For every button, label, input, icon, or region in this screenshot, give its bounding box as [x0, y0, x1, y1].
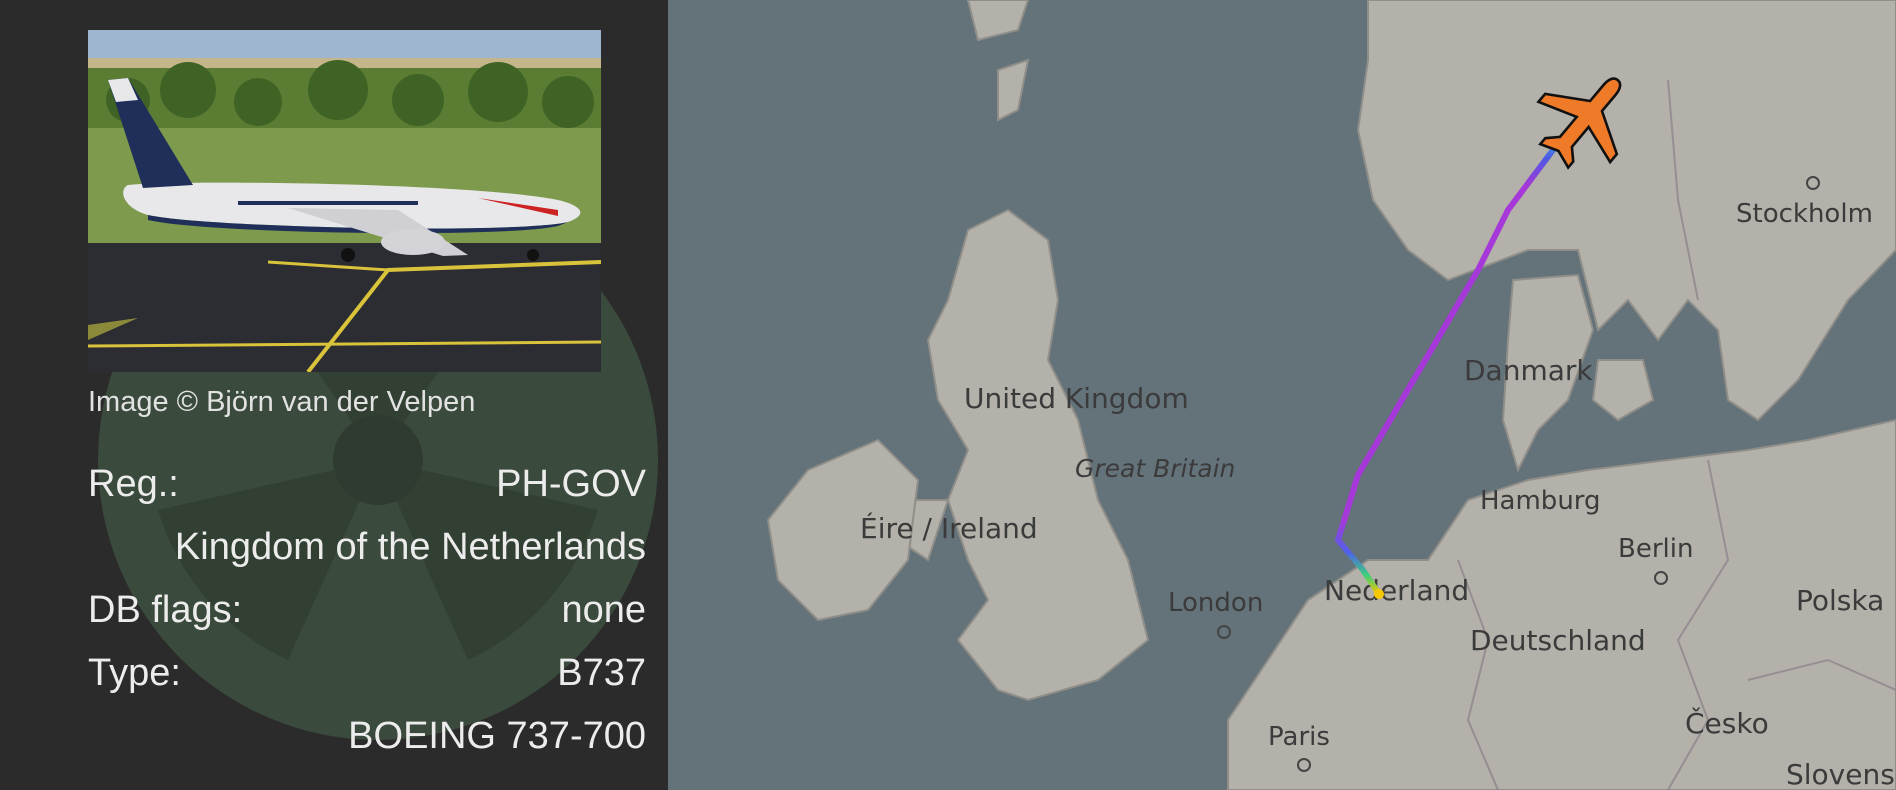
db-flags-label: DB flags: [88, 589, 243, 631]
type-value: B737 [557, 652, 646, 694]
aircraft-info-panel: Image © Björn van der Velpen Reg.: PH-GO… [0, 0, 668, 790]
db-flags-value: none [561, 589, 646, 631]
label-berlin: Berlin [1618, 534, 1693, 564]
label-slovensko: Slovens [1786, 758, 1895, 790]
flight-map[interactable]: United Kingdom Great Britain Éire / Irel… [668, 0, 1896, 790]
label-ireland: Éire / Ireland [860, 511, 1038, 545]
label-deutschland: Deutschland [1470, 624, 1646, 657]
aircraft-photo [88, 30, 601, 372]
label-nederland: Nederland [1324, 574, 1469, 607]
label-london: London [1168, 588, 1263, 618]
label-cesko: Česko [1685, 706, 1769, 740]
label-paris: Paris [1268, 722, 1330, 752]
photo-credit: Image © Björn van der Velpen [88, 386, 476, 418]
label-stockholm: Stockholm [1736, 199, 1873, 229]
label-danmark: Danmark [1464, 354, 1593, 387]
type-label: Type: [88, 652, 181, 694]
label-united-kingdom: United Kingdom [964, 382, 1189, 415]
owner-value: Kingdom of the Netherlands [174, 526, 646, 568]
label-polska: Polska [1796, 584, 1884, 617]
origin-marker [1374, 589, 1384, 599]
registration-value[interactable]: PH-GOV [496, 463, 646, 506]
registration-label: Reg.: [88, 463, 179, 505]
label-hamburg: Hamburg [1480, 486, 1601, 516]
label-great-britain: Great Britain [1075, 454, 1235, 483]
model-value: BOEING 737-700 [348, 715, 646, 757]
